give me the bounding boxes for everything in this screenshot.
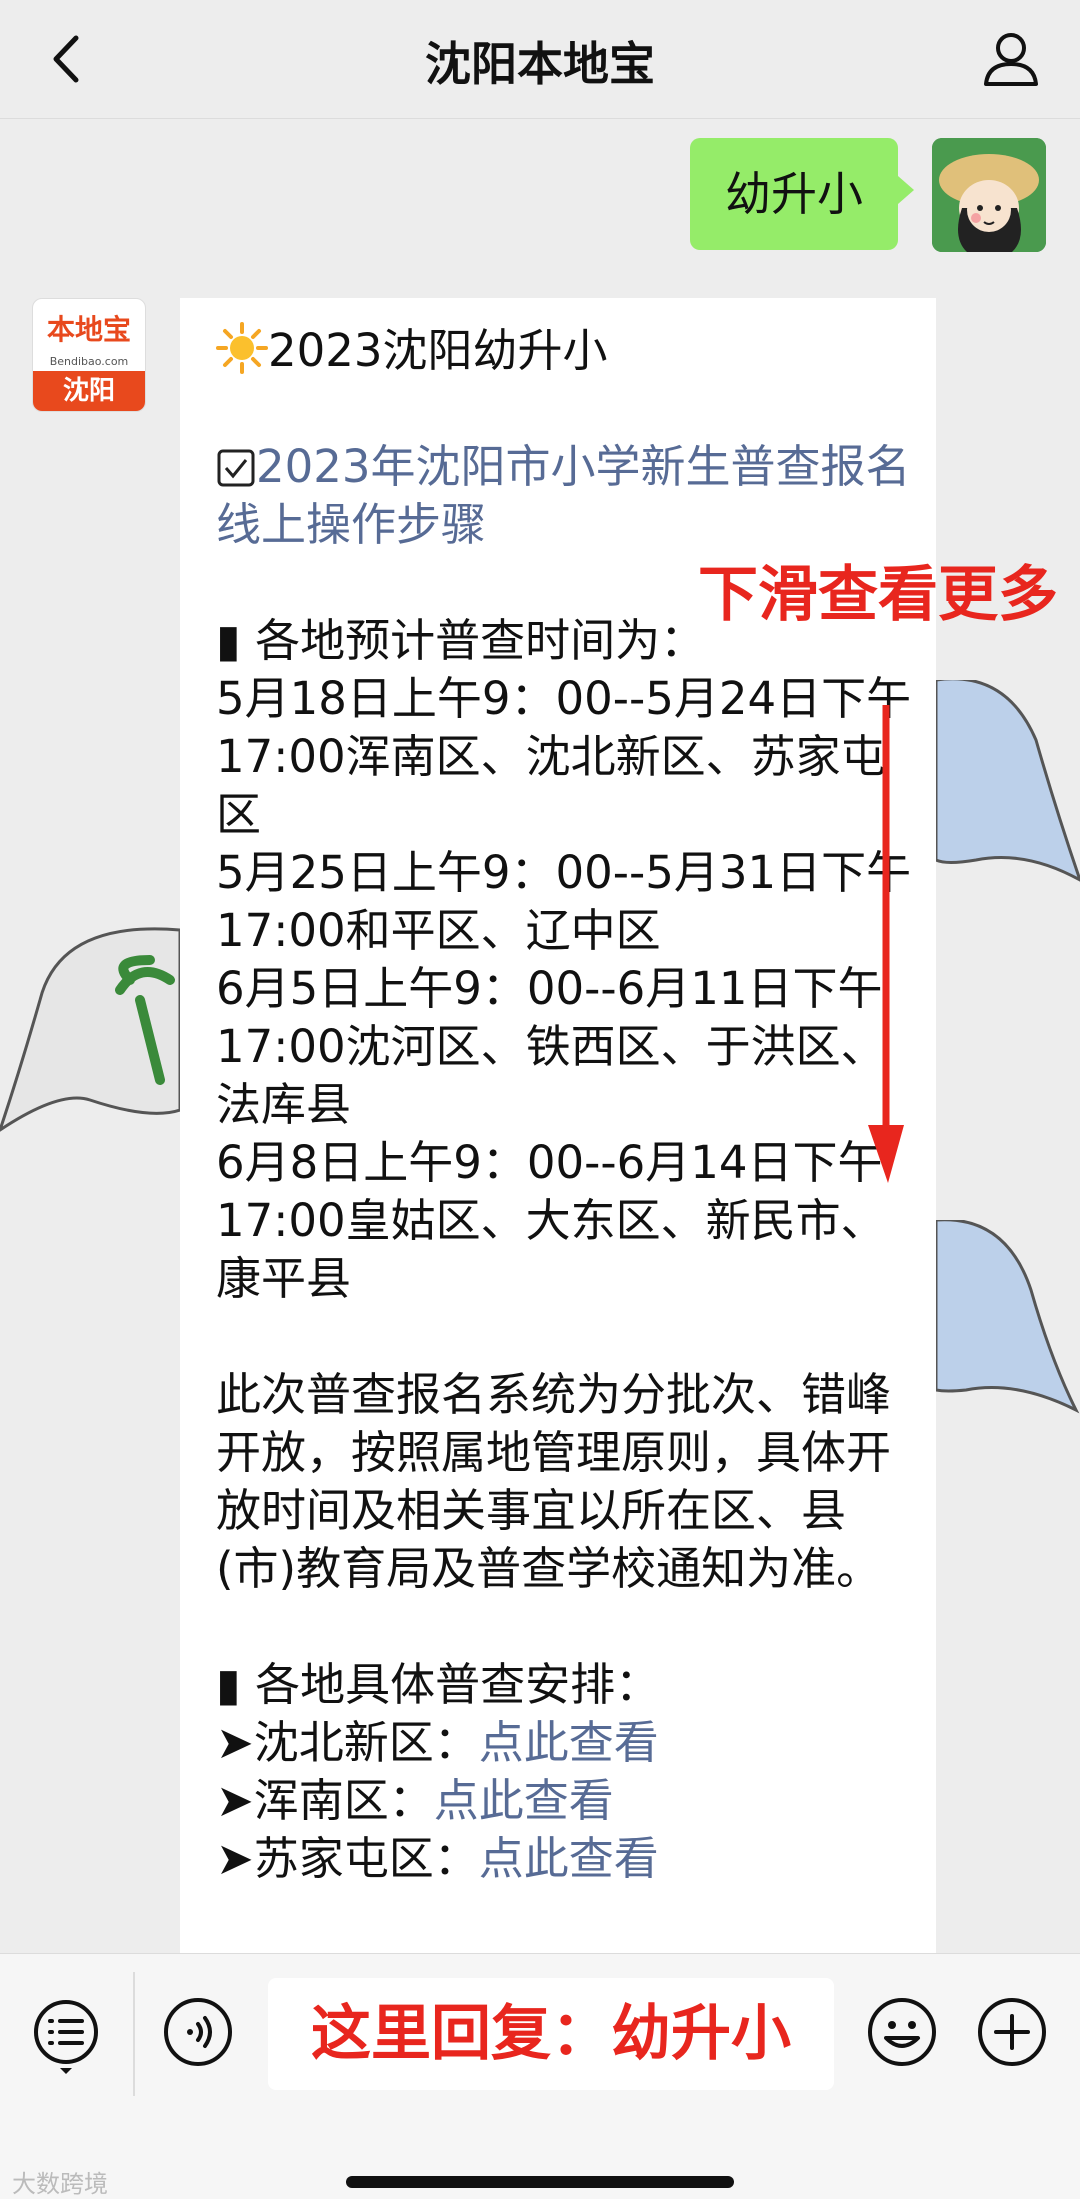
message-title: 2023沈阳幼升小: [268, 324, 608, 377]
arrangement-heading: ▮ 各地具体普查安排：: [216, 1658, 661, 1711]
down-arrow-icon: [868, 705, 904, 1183]
schedule-line: 5月25日上午9：00--5月31日下午17:00和平区、辽中区: [216, 846, 912, 957]
cartoon-avatar-image: [932, 138, 1046, 252]
whale-illustration-right-top: [936, 680, 1080, 882]
view-link[interactable]: 点此查看: [434, 1774, 614, 1827]
district-name: ➤浑南区：: [216, 1774, 434, 1827]
bottom-input-bar: 这里回复：幼升小: [0, 1953, 1080, 2199]
outgoing-message-bubble[interactable]: 幼升小: [690, 138, 914, 250]
whale-illustration-left: [0, 927, 180, 1132]
scroll-hint-annotation: 下滑查看更多: [698, 560, 1058, 630]
district-row: ➤浑南区：点此查看: [216, 1772, 916, 1830]
top-bar: 沈阳本地宝: [0, 0, 1080, 119]
person-icon[interactable]: [976, 24, 1046, 94]
list-menu-icon[interactable]: [30, 1996, 102, 2076]
plus-icon[interactable]: [976, 1996, 1048, 2068]
logo-brand: 本地宝: [46, 313, 131, 346]
notice-paragraph: 此次普查报名系统为分批次、错峰开放，按照属地管理原则，具体开放时间及相关事宜以所…: [216, 1368, 892, 1595]
operation-steps-link[interactable]: 2023年沈阳市小学新生普查报名线上操作步骤: [216, 440, 911, 551]
voice-icon[interactable]: [162, 1996, 234, 2068]
schedule-line: 6月5日上午9：00--6月11日下午17:00沈河区、铁西区、于洪区、法库县: [216, 962, 886, 1131]
view-link[interactable]: 点此查看: [479, 1832, 659, 1885]
district-name: ➤苏家屯区：: [216, 1832, 479, 1885]
logo-domain: Bendibao.com: [49, 355, 129, 368]
district-name: ➤沈北新区：: [216, 1716, 479, 1769]
district-row: ➤苏家屯区：点此查看: [216, 1830, 916, 1888]
user-avatar[interactable]: [932, 138, 1046, 252]
watermark: 大数跨境: [12, 2170, 108, 2198]
district-row: ➤沈北新区：点此查看: [216, 1714, 916, 1772]
emoji-icon[interactable]: [866, 1996, 938, 2068]
message-input[interactable]: 这里回复：幼升小: [268, 1978, 834, 2090]
logo-city: 沈阳: [33, 371, 145, 411]
schedule-line: 5月18日上午9：00--5月24日下午17:00浑南区、沈北新区、苏家屯区: [216, 672, 912, 841]
sun-icon: [216, 322, 268, 374]
schedule-line: 6月8日上午9：00--6月14日下午17:00皇姑区、大东区、新民市、康平县: [216, 1136, 886, 1305]
home-indicator[interactable]: [346, 2176, 734, 2188]
view-link[interactable]: 点此查看: [479, 1716, 659, 1769]
official-account-avatar[interactable]: 本地宝 Bendibao.com 沈阳: [32, 298, 146, 412]
page-title: 沈阳本地宝: [425, 37, 655, 91]
whale-illustration-right-bottom: [936, 1220, 1080, 1414]
checkbox-icon: [217, 449, 255, 487]
divider: [133, 1972, 135, 2096]
